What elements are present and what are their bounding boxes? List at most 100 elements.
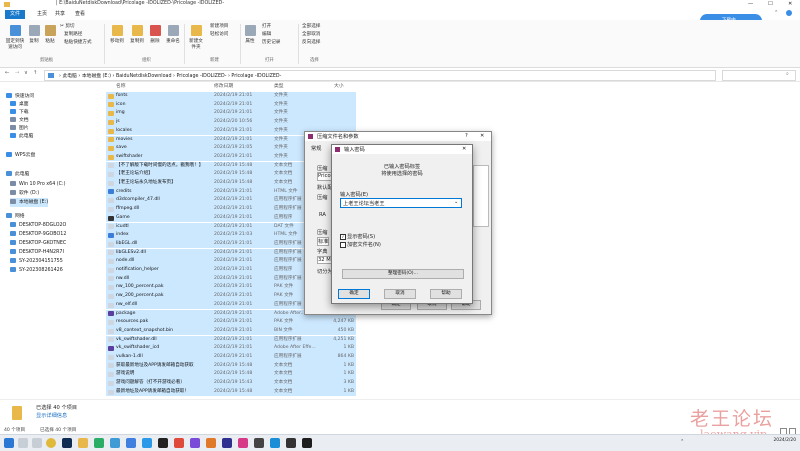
format-rar[interactable]: RA (319, 212, 326, 218)
nav-item[interactable]: 网络 (6, 212, 25, 221)
column-name[interactable]: 名称 (116, 83, 126, 91)
edit-button[interactable]: 编辑 (262, 31, 271, 37)
baidu-netdisk-icon[interactable] (126, 438, 136, 448)
file-row[interactable]: icon 2024/2/19 21:01 文件夹 (106, 100, 356, 110)
show-password-checkbox[interactable]: ✓ (340, 234, 346, 240)
column-date[interactable]: 修改日期 (214, 83, 233, 91)
app-icon[interactable] (270, 438, 280, 448)
address-input[interactable]: › 此电脑 › 本地磁盘 (E:) › BaiduNetdiskDownload… (44, 70, 716, 81)
help-button[interactable]: ? (465, 133, 468, 139)
pin-quick-access-button[interactable]: 固定到快速访问 (4, 25, 26, 50)
tab-file[interactable]: 文件 (5, 10, 26, 19)
minimize-button[interactable]: — (748, 1, 753, 7)
app-icon[interactable] (174, 438, 184, 448)
capcut-icon[interactable] (158, 438, 168, 448)
search-icon[interactable] (18, 438, 28, 448)
chrome-icon[interactable] (46, 438, 56, 448)
rename-button[interactable]: 重命名 (164, 25, 182, 44)
tab-share[interactable]: 共享 (50, 10, 70, 19)
history-button[interactable]: 历史记录 (262, 39, 280, 45)
nav-item[interactable]: 本地磁盘 (E:) (10, 198, 49, 207)
wechat-work-icon[interactable] (110, 438, 120, 448)
copy-button[interactable]: 复制 (27, 25, 41, 44)
column-type[interactable]: 类型 (274, 83, 284, 91)
file-row[interactable]: fonts 2024/2/19 21:01 文件夹 (106, 92, 356, 101)
app-icon[interactable] (206, 438, 216, 448)
cancel-button[interactable]: 取消 (384, 289, 416, 299)
file-row[interactable]: 游戏问题解答（打不开游戏必看） 2024/2/19 15:43 文本文档 3 KB (106, 379, 356, 388)
nav-item[interactable]: DESKTOP-GKOTNEC (10, 239, 66, 248)
show-details-link[interactable]: 显示详细信息 (36, 412, 67, 419)
tab-view[interactable]: 查看 (70, 10, 90, 19)
breadcrumb-pricolage-2[interactable]: Pricolage -IDOLIZED- (231, 74, 281, 79)
tab-general[interactable]: 常规 (311, 145, 321, 152)
photoshop-icon[interactable] (62, 438, 72, 448)
help-button[interactable]: 帮助 (430, 289, 462, 299)
app-icon[interactable] (254, 438, 264, 448)
app-icon[interactable] (190, 438, 200, 448)
file-explorer-icon[interactable] (78, 438, 88, 448)
paste-shortcut-button[interactable]: 粘贴快捷方式 (64, 39, 92, 45)
clock[interactable]: 2024/2/20 (760, 438, 796, 443)
file-row[interactable]: v8_context_snapshot.bin 2024/2/19 21:01 BI… (106, 326, 356, 336)
close-button[interactable]: ✕ (480, 133, 484, 139)
new-folder-button[interactable]: 新建文件夹 (187, 25, 205, 50)
password-input[interactable]: 上老王论坛当老王 ⌄ (340, 198, 462, 208)
file-row[interactable]: 最新地址及APP请发邮箱自动获取！ 2024/2/19 15:48 文本文档 1 KB (106, 387, 356, 397)
nav-item[interactable]: DESKTOP-8DGLO2O (10, 221, 66, 230)
task-view-icon[interactable] (32, 438, 42, 448)
copy-to-button[interactable]: 复制到 (128, 25, 146, 44)
app-icon[interactable] (302, 438, 312, 448)
tab-home[interactable]: 主页 (32, 10, 52, 19)
help-icon[interactable] (786, 10, 792, 16)
ok-button[interactable]: 确定 (338, 289, 370, 299)
breadcrumb-this-pc[interactable]: 此电脑 (62, 74, 76, 79)
delete-button[interactable]: 删除 (148, 25, 162, 44)
dict-value[interactable]: 32 M (317, 256, 332, 264)
recent-dropdown-button[interactable]: ∨ (24, 70, 28, 76)
back-button[interactable]: ← (5, 70, 9, 76)
select-all-button[interactable]: 全部选择 (302, 23, 320, 29)
nav-item[interactable]: SY-202308261426 (10, 266, 63, 275)
tray-chevron-icon[interactable]: ⌃ (680, 439, 684, 445)
file-row[interactable]: vk_swiftshader_icd 2024/2/19 21:01 Adobe A… (106, 344, 356, 353)
nav-item[interactable]: 软件 (D:) (10, 189, 39, 198)
file-row[interactable]: 获取最新地址及APP请发邮箱自动获取 2024/2/19 15:48 文本文档 1 K… (106, 361, 356, 371)
chevron-up-icon[interactable]: ⌃ (774, 10, 778, 16)
cut-button[interactable]: ✂ 剪切 (60, 23, 75, 29)
nav-item[interactable]: Win 10 Pro x64 (C:) (10, 180, 65, 189)
nav-item[interactable]: 此电脑 (6, 170, 29, 179)
app-icon[interactable] (238, 438, 248, 448)
breadcrumb-pricolage-1[interactable]: Pricolage -IDOLIZED- (177, 74, 227, 79)
wechat-icon[interactable] (94, 438, 104, 448)
app-icon[interactable] (222, 438, 232, 448)
move-to-button[interactable]: 移动到 (108, 25, 126, 44)
breadcrumb-drive-e[interactable]: 本地磁盘 (E:) (82, 74, 111, 79)
close-button[interactable]: ✕ (788, 1, 792, 7)
nav-item[interactable]: DESKTOP-9GOBO12 (10, 230, 66, 239)
nav-item[interactable]: SY-202304151755 (10, 257, 63, 266)
organize-passwords-button[interactable]: 整理密码(O)... (342, 269, 464, 279)
breadcrumb-baidu[interactable]: BaiduNetdiskDownload (116, 74, 172, 79)
select-none-button[interactable]: 全部取消 (302, 31, 320, 37)
forward-button[interactable]: → (15, 70, 19, 76)
new-item-button[interactable]: 新建项目 (210, 23, 228, 29)
close-button[interactable]: ✕ (462, 146, 466, 152)
file-row[interactable]: resources.pak 2024/2/19 21:01 PAK 文件 4,247 … (106, 318, 356, 327)
maximize-button[interactable]: ☐ (768, 1, 773, 7)
column-size[interactable]: 大小 (334, 83, 344, 91)
file-row[interactable]: vulkan-1.dll 2024/2/19 21:01 应用程序扩展 864 KB (106, 353, 356, 362)
invert-selection-button[interactable]: 反向选择 (302, 39, 320, 45)
paste-button[interactable]: 粘贴 (43, 25, 57, 44)
properties-button[interactable]: 属性 (243, 25, 257, 44)
nav-item[interactable]: DESKTOP-H4N2R7I (10, 248, 64, 257)
copy-path-button[interactable]: 复制路径 (64, 31, 82, 37)
chevron-down-icon[interactable]: ⌄ (454, 199, 458, 205)
start-icon[interactable] (4, 438, 14, 448)
easy-access-button[interactable]: 轻松访问 (210, 31, 228, 37)
search-input[interactable]: ⌕ (722, 70, 796, 81)
file-row[interactable]: vk_swiftshader.dll 2024/2/19 21:01 应用程序扩展 4… (106, 335, 356, 345)
file-row[interactable]: 游戏说明 2024/2/19 15:48 文本文档 1 KB (106, 370, 356, 379)
method-value[interactable]: 标准 (317, 237, 330, 246)
nav-item[interactable]: 此电脑 (10, 132, 33, 141)
